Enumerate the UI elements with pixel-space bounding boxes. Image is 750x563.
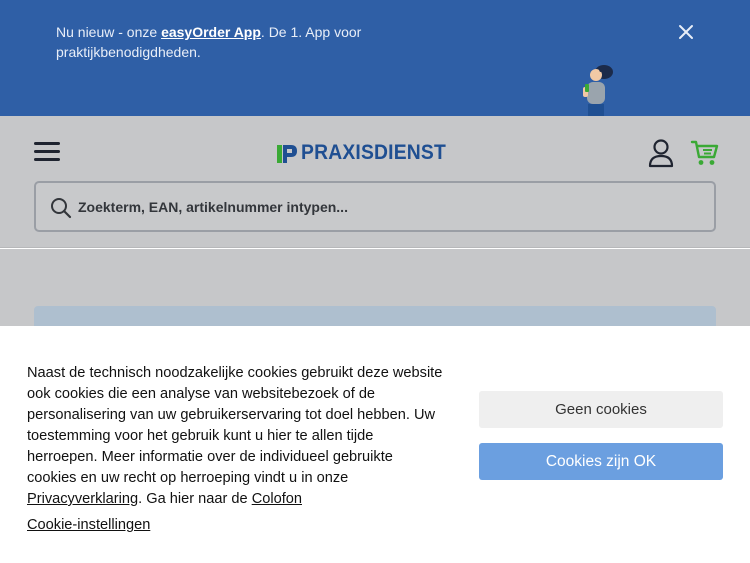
search-input[interactable] [78,183,698,230]
account-button[interactable] [647,138,675,168]
praxisdienst-logo[interactable]: PRAXISDIENST [277,140,459,166]
logo-mark-icon [277,145,297,163]
app-promo-banner: Nu nieuw - onze easyOrder App. De 1. App… [0,0,750,116]
banner-text-before: Nu nieuw - onze [56,24,162,40]
search-icon[interactable] [50,197,72,219]
decline-cookies-button[interactable]: Geen cookies [479,391,723,428]
banner-close-button[interactable] [676,22,696,42]
cart-icon [690,140,719,165]
cookie-consent-text: Naast de technisch noodzakelijke cookies… [27,363,445,510]
menu-icon [34,142,60,145]
banner-text: Nu nieuw - onze easyOrder App. De 1. App… [56,22,376,62]
site-header: PRAXISDIENST [0,116,750,248]
cookie-text-part-1: Naast de technisch noodzakelijke cookies… [27,365,443,486]
cookie-settings-link[interactable]: Cookie-instellingen [27,515,150,536]
cookie-consent-banner: Naast de technisch noodzakelijke cookies… [0,326,750,563]
colofon-link[interactable]: Colofon [252,491,302,507]
account-icon [648,139,674,168]
brand-name: PRAXISDIENST [301,141,446,164]
person-illustration-icon [583,65,613,116]
accept-cookies-button[interactable]: Cookies zijn OK [479,443,723,480]
menu-button[interactable] [34,142,60,164]
close-icon [679,25,693,39]
privacy-link[interactable]: Privacyverklaring [27,491,138,507]
cookie-text-part-2: . Ga hier naar de [138,491,252,507]
search-bar [34,181,716,232]
cart-button[interactable] [690,139,720,167]
easyorder-app-link[interactable]: easyOrder App [161,24,261,40]
